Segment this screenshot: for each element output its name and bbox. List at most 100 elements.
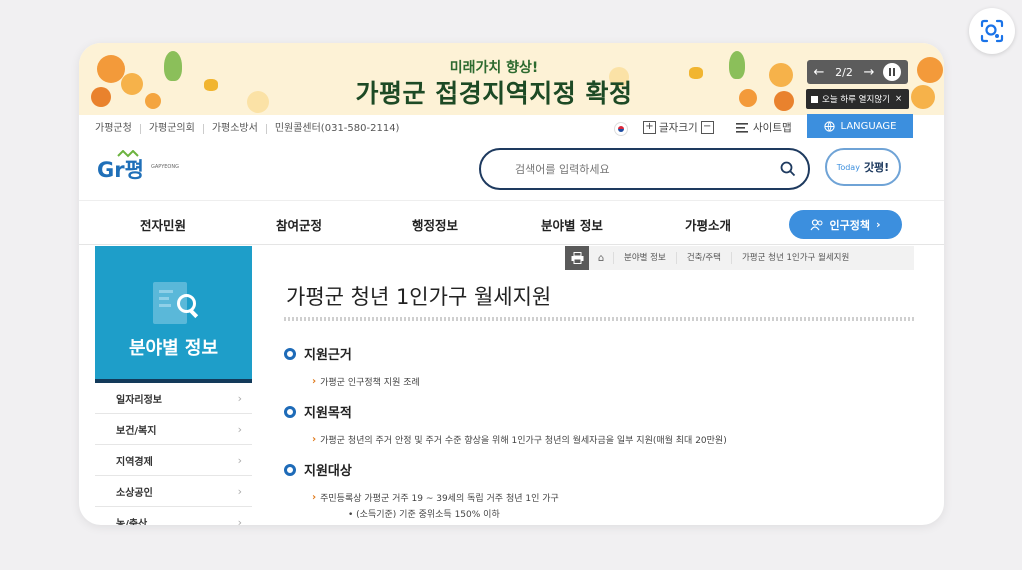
sun-decoration: [247, 91, 269, 113]
link-county-council[interactable]: 가평군의회: [141, 124, 204, 134]
link-county-office[interactable]: 가평군청: [95, 124, 141, 134]
top-banner[interactable]: 미래가치 향상! 가평군 접경지역지정 확정 ← 2/2 → 오늘 하루 열지않…: [79, 43, 944, 115]
arrow-bullet-icon: ›: [312, 434, 317, 445]
link-call-center[interactable]: 민원콜센터(031-580-2114): [267, 124, 408, 134]
sidebar-item-local-economy[interactable]: 지역경제 ›: [95, 445, 252, 476]
flower-decoration: [911, 85, 935, 109]
print-icon: [571, 252, 583, 264]
slider-counter: 2/2: [835, 65, 853, 79]
flower-decoration: [917, 57, 943, 83]
font-size-label: 글자크기: [659, 122, 698, 134]
section-purpose: 지원목적 › 가평군 청년의 주거 안정 및 주거 수준 향상을 위해 1인가구 …: [284, 402, 727, 446]
language-button[interactable]: LANGUAGE: [807, 114, 913, 138]
sidebar-item-label: 소상공인: [116, 487, 153, 499]
breadcrumb-item[interactable]: 건축/주택: [675, 252, 731, 264]
section-heading: 지원대상: [304, 464, 352, 479]
nav-participation[interactable]: 참여군정: [276, 215, 322, 234]
flower-decoration: [121, 73, 143, 95]
arrow-bullet-icon: ›: [312, 376, 317, 387]
slider-next-button[interactable]: →: [861, 65, 877, 80]
leaf-decoration: [164, 51, 182, 81]
sidebar-item-health-welfare[interactable]: 보건/복지 ›: [95, 414, 252, 445]
slider-prev-button[interactable]: ←: [811, 65, 827, 80]
breadcrumb-item[interactable]: 분야별 정보: [613, 252, 676, 264]
sidebar-item-jobs[interactable]: 일자리정보 ›: [95, 383, 252, 414]
search-box: [479, 148, 810, 190]
korean-flag-icon[interactable]: [614, 122, 628, 136]
browser-frame: 미래가치 향상! 가평군 접경지역지정 확정 ← 2/2 → 오늘 하루 열지않…: [79, 43, 944, 525]
sidebar-menu: 일자리정보 › 보건/복지 › 지역경제 › 소상공인 › 농/축산 ›: [95, 383, 252, 525]
sidebar-item-label: 농/축산: [116, 518, 148, 526]
flower-decoration: [769, 63, 793, 87]
chevron-right-icon: ›: [237, 391, 242, 405]
sitemap-label: 사이트맵: [753, 122, 792, 134]
logo-subtext: GAPYEONG: [151, 164, 179, 170]
section-heading: 지원근거: [304, 348, 352, 363]
section-text: 가평군 인구정책 지원 조례: [320, 378, 420, 388]
section-heading: 지원목적: [304, 406, 352, 421]
chevron-right-icon: ›: [237, 515, 242, 526]
home-icon[interactable]: ⌂: [589, 253, 613, 264]
today-gapyeong-banner[interactable]: Today 갓평!: [825, 148, 901, 186]
flower-decoration: [91, 87, 111, 107]
arrow-bullet-icon: ›: [312, 492, 317, 503]
utility-links: 가평군청 가평군의회 가평소방서 민원콜센터(031-580-2114): [95, 124, 407, 134]
sidebar-item-label: 지역경제: [116, 456, 153, 468]
section-text: 주민등록상 가평군 거주 19 ~ 39세의 독립 거주 청년 1인 가구: [320, 494, 559, 504]
lens-icon: [980, 19, 1004, 43]
title-divider: [284, 317, 914, 321]
section-bullet-icon: [284, 463, 296, 476]
main-nav: 전자민원 참여군정 행정정보 분야별 정보 가평소개 인구정책 ›: [79, 200, 944, 245]
nav-admin-info[interactable]: 행정정보: [412, 215, 458, 234]
today-brand: 갓평!: [863, 161, 890, 174]
sitemap-link[interactable]: 사이트맵: [736, 120, 792, 135]
breadcrumb-item[interactable]: 가평군 청년 1인가구 월세지원: [730, 252, 859, 264]
globe-icon: [823, 120, 835, 132]
sub-bullet-icon: •: [348, 510, 357, 520]
flower-decoration: [774, 91, 794, 111]
sidebar-title: 분야별 정보: [128, 338, 219, 359]
flower-decoration: [739, 89, 757, 107]
section-legal-basis: 지원근거 › 가평군 인구정책 지원 조례: [284, 344, 420, 388]
section-text: 가평군 청년의 주거 안정 및 주거 수준 향상을 위해 1인가구 청년의 월세…: [320, 436, 727, 446]
nav-about-gapyeong[interactable]: 가평소개: [685, 215, 731, 234]
page-title: 가평군 청년 1인가구 월세지원: [286, 285, 552, 309]
section-eligibility: 지원대상 › 주민등록상 가평군 거주 19 ~ 39세의 독립 거주 청년 1인…: [284, 460, 559, 520]
chevron-right-icon: ›: [237, 453, 242, 467]
slider-controls: ← 2/2 →: [807, 60, 908, 84]
dont-show-today-button[interactable]: 오늘 하루 열지않기 ×: [806, 89, 909, 109]
close-icon[interactable]: ×: [895, 94, 902, 104]
link-fire-station[interactable]: 가평소방서: [204, 124, 267, 134]
butterfly-decoration: [204, 79, 218, 91]
sidebar-item-small-business[interactable]: 소상공인 ›: [95, 476, 252, 507]
section-bullet-icon: [284, 405, 296, 418]
today-label: Today: [836, 162, 860, 172]
search-input[interactable]: [515, 162, 780, 176]
print-button[interactable]: [565, 246, 589, 270]
logo-mark: Gr평 GAPYEONG: [97, 149, 179, 182]
sidebar-item-agriculture[interactable]: 농/축산 ›: [95, 507, 252, 526]
nav-civil-petition[interactable]: 전자민원: [140, 215, 186, 234]
chevron-right-icon: ›: [237, 484, 242, 498]
logo-text: Gr평: [97, 158, 144, 182]
sidebar-item-label: 일자리정보: [116, 394, 162, 406]
gapyeong-logo[interactable]: Gr평 GAPYEONG: [96, 149, 196, 190]
sidebar-item-label: 보건/복지: [116, 425, 157, 437]
font-increase-button[interactable]: +: [643, 121, 656, 134]
section-bullet-icon: [284, 347, 296, 360]
magnifier-icon: [177, 294, 196, 313]
population-policy-label: 인구정책: [829, 218, 870, 232]
population-policy-button[interactable]: 인구정책 ›: [789, 210, 902, 239]
search-icon[interactable]: [780, 161, 796, 177]
menu-icon: [736, 122, 748, 133]
nav-field-info[interactable]: 분야별 정보: [541, 215, 603, 234]
lens-search-button[interactable]: [969, 8, 1015, 54]
breadcrumb: ⌂ 분야별 정보 건축/주택 가평군 청년 1인가구 월세지원: [565, 246, 914, 270]
sidebar-header: 분야별 정보: [95, 246, 252, 380]
slider-pause-button[interactable]: [883, 63, 901, 81]
font-decrease-button[interactable]: −: [700, 121, 714, 134]
checkbox-icon: [811, 95, 818, 103]
flower-decoration: [145, 93, 161, 109]
font-size-control: + 글자크기 −: [640, 120, 717, 135]
people-icon: [810, 218, 823, 230]
